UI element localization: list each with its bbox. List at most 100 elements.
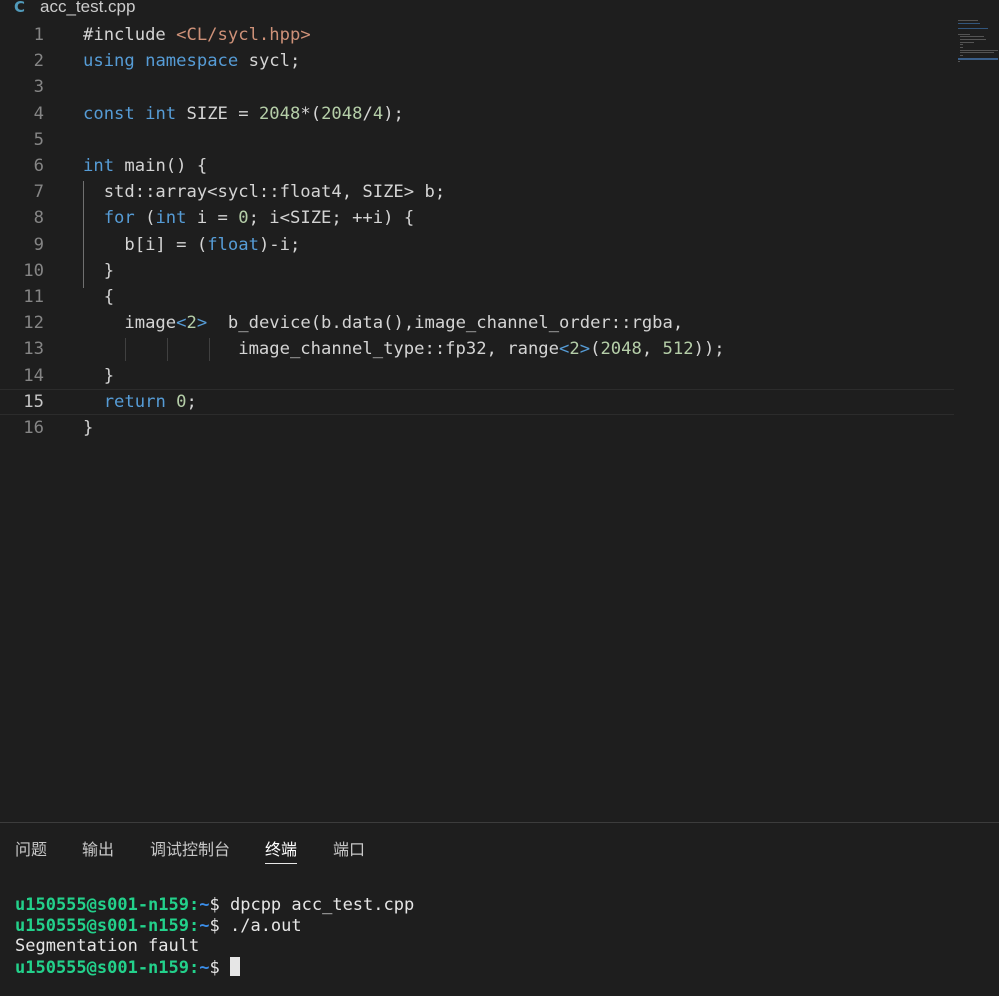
- code-token: *(: [300, 103, 322, 124]
- code-token: 2: [569, 339, 580, 360]
- code-token: );: [383, 103, 404, 124]
- code-line[interactable]: 6 int main() {: [0, 153, 954, 179]
- tab-filename: acc_test.cpp: [40, 0, 136, 16]
- code-text: }: [83, 363, 114, 389]
- minimap-line: [960, 41, 974, 43]
- minimap-line: [958, 20, 978, 21]
- tab-debug-console[interactable]: 调试控制台: [150, 837, 230, 863]
- code-line[interactable]: 16}: [0, 415, 954, 441]
- code-token: sycl;: [238, 51, 301, 72]
- code-token: ,: [641, 339, 663, 360]
- line-number: 6: [33, 156, 44, 176]
- minimap-line: [958, 28, 988, 30]
- code-line[interactable]: 3: [0, 74, 954, 100]
- code-token: const: [83, 103, 135, 124]
- line-number: 15: [23, 391, 44, 412]
- code-text: const int SIZE = 2048*(2048/4);: [83, 101, 404, 127]
- line-number: 12: [23, 313, 44, 334]
- code-token: 2048: [258, 103, 301, 124]
- code-text: std::array<sycl::float4, SIZE> b;: [83, 179, 445, 205]
- code-token: /: [362, 103, 373, 124]
- minimap[interactable]: [958, 20, 998, 68]
- code-token: std::array<sycl::float4, SIZE> b;: [83, 182, 446, 203]
- code-line[interactable]: 5: [0, 127, 954, 153]
- line-number: 8: [33, 208, 44, 229]
- code-token: (: [590, 339, 601, 360]
- code-token: #include: [83, 25, 177, 45]
- code-token: i =: [186, 208, 239, 229]
- terminal-command: dpcpp acc_test.cpp: [229, 895, 415, 915]
- code-token: <: [559, 339, 570, 360]
- code-line[interactable]: 8 for (int i = 0; i<SIZE; ++i) {: [0, 205, 954, 231]
- terminal-separator: :: [189, 895, 200, 915]
- terminal-user: u150555@s001-n159: [15, 957, 189, 978]
- minimap-line: [960, 49, 998, 51]
- code-line[interactable]: 11 {: [0, 284, 954, 310]
- cpp-file-icon: C: [14, 0, 26, 16]
- code-editor[interactable]: 1 #include <CL/sycl.hpp> 2 using namespace …: [0, 22, 960, 442]
- tab-terminal[interactable]: 终端: [265, 837, 298, 864]
- code-token: b_device(b.data(),image_channel_order::r…: [207, 313, 684, 334]
- code-text: return 0;: [83, 390, 197, 414]
- code-token: namespace: [145, 51, 239, 72]
- line-number: 10: [23, 260, 44, 281]
- terminal-prompt-line: u150555@s001-n159:~$ dpcpp acc_test.cpp: [15, 895, 414, 916]
- code-line[interactable]: 15 return 0;: [0, 388, 954, 415]
- code-line[interactable]: 4 const int SIZE = 2048*(2048/4);: [0, 101, 954, 127]
- indent-guide: [167, 338, 168, 361]
- code-token: ; i<SIZE; ++i) {: [248, 208, 415, 229]
- code-token: {: [83, 287, 115, 307]
- panel-tab-bar: 问题 输出 调试控制台 终端 端口: [0, 837, 999, 867]
- terminal[interactable]: u150555@s001-n159:~$ dpcpp acc_test.cpp u…: [15, 895, 414, 978]
- code-token: image: [83, 313, 177, 334]
- code-line[interactable]: 14 }: [0, 363, 954, 389]
- minimap-line: [958, 22, 980, 24]
- code-token: 4: [372, 103, 384, 124]
- code-token: float: [207, 234, 259, 255]
- code-token: int: [83, 156, 115, 176]
- code-text: {: [83, 284, 114, 310]
- terminal-cursor: [229, 956, 240, 976]
- minimap-cursor: [958, 57, 998, 60]
- code-token: }: [83, 365, 115, 386]
- code-token: int: [145, 103, 177, 124]
- code-token: }: [83, 260, 115, 281]
- code-text: b[i] = (float)-i;: [83, 232, 300, 258]
- code-line[interactable]: 10 }: [0, 258, 954, 284]
- terminal-prompt-line: u150555@s001-n159:~$: [15, 956, 414, 979]
- code-token: SIZE =: [176, 103, 259, 124]
- code-line[interactable]: 1 #include <CL/sycl.hpp>: [0, 22, 954, 48]
- terminal-prompt-line: u150555@s001-n159:~$ ./a.out: [15, 916, 414, 937]
- code-token: >: [196, 313, 208, 334]
- code-text: }: [83, 415, 93, 441]
- tab-ports[interactable]: 端口: [333, 837, 365, 863]
- code-token: for: [103, 208, 135, 229]
- code-token: image_channel_type::fp32, range: [83, 339, 559, 360]
- code-token: ;: [186, 391, 197, 412]
- code-line[interactable]: 12 image<2> b_device(b.data(),image_chan…: [0, 310, 954, 336]
- code-line[interactable]: 9 b[i] = (float)-i;: [0, 232, 954, 258]
- terminal-path: ~: [199, 915, 210, 936]
- tab-output[interactable]: 输出: [82, 837, 114, 863]
- code-line[interactable]: 2 using namespace sycl;: [0, 48, 954, 74]
- minimap-line: [960, 55, 963, 57]
- code-token: <CL/sycl.hpp>: [176, 25, 311, 45]
- code-text: image<2> b_device(b.data(),image_channel…: [83, 310, 683, 336]
- code-line[interactable]: 13 image_channel_type::fp32, range<2>(20…: [0, 336, 954, 362]
- line-number: 2: [33, 51, 44, 72]
- terminal-user: u150555@s001-n159: [15, 895, 189, 915]
- minimap-line: [960, 52, 994, 54]
- line-number: 7: [33, 182, 44, 203]
- code-token: 0: [238, 208, 249, 229]
- code-line[interactable]: 7 std::array<sycl::float4, SIZE> b;: [0, 179, 954, 205]
- editor-tab[interactable]: C acc_test.cpp: [0, 0, 999, 18]
- code-token: main() {: [114, 156, 208, 176]
- tab-problems[interactable]: 问题: [15, 837, 47, 863]
- code-text: int main() {: [83, 153, 207, 179]
- minimap-line: [960, 44, 963, 46]
- line-number: 13: [23, 339, 44, 360]
- terminal-output-line: Segmentation fault: [15, 936, 414, 957]
